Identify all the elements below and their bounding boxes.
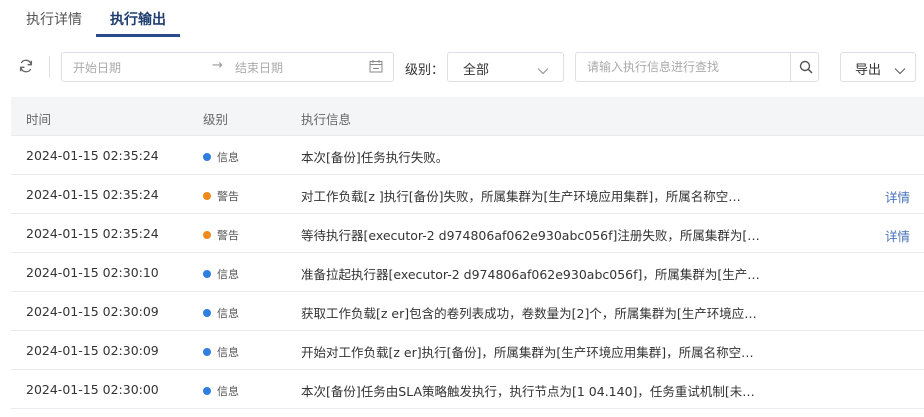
table-row: 2024-01-15 02:30:10 信息 准备拉起执行器[executor-…: [11, 253, 924, 292]
row-level-text: 警告: [217, 190, 239, 203]
level-filter-label: 级别：: [405, 63, 445, 78]
tab-execution-output[interactable]: 执行输出: [110, 9, 166, 29]
calendar-icon[interactable]: [369, 59, 383, 73]
warning-dot-icon: [203, 231, 211, 239]
warning-dot-icon: [203, 192, 211, 200]
date-end-field[interactable]: 结束日期: [235, 59, 283, 76]
info-dot-icon: [203, 387, 211, 395]
row-detail-link[interactable]: 详情: [885, 187, 910, 206]
level-filter-value: 全部: [463, 63, 490, 78]
row-message: 等待执行器[executor-2 d974806af062e930abc056f…: [301, 228, 760, 243]
column-header-message: 执行信息: [301, 112, 352, 127]
info-dot-icon: [203, 153, 211, 161]
row-message: 本次[备份]任务由SLA策略触发执行，执行节点为[1 04.140]，任务重试机…: [301, 384, 755, 399]
row-time: 2024-01-15 02:35:24: [26, 148, 159, 163]
table-row: 2024-01-15 02:30:09 信息 开始对工作负载[z er]执行[备…: [11, 331, 924, 370]
table-header: 时间 级别 执行信息: [11, 97, 924, 136]
row-time: 2024-01-15 02:30:09: [26, 343, 159, 358]
search-icon: [799, 60, 813, 74]
active-tab-indicator: [96, 34, 180, 37]
table-row: 2024-01-15 02:35:24 信息 本次[备份]任务执行失败。: [11, 136, 924, 175]
row-level-text: 信息: [217, 307, 239, 320]
search-input[interactable]: [576, 53, 790, 81]
row-time: 2024-01-15 02:30:00: [26, 382, 159, 397]
row-message: 获取工作负载[z er]包含的卷列表成功，卷数量为[2]个，所属集群为[生产环境…: [301, 306, 757, 321]
search-button[interactable]: [790, 53, 819, 81]
table-row: 2024-01-15 02:35:24 警告 对工作负载[z ]执行[备份]失败…: [11, 175, 924, 214]
date-start-field[interactable]: 开始日期: [73, 59, 121, 76]
row-time: 2024-01-15 02:35:24: [26, 187, 159, 202]
info-dot-icon: [203, 270, 211, 278]
row-level-text: 警告: [217, 229, 239, 242]
toolbar-divider: [49, 56, 50, 78]
row-message: 对工作负载[z ]执行[备份]失败，所属集群为[生产环境应用集群]，所属名称空…: [301, 189, 741, 204]
refresh-icon[interactable]: [18, 58, 34, 74]
level-filter-select[interactable]: 全部: [447, 52, 564, 82]
info-dot-icon: [203, 348, 211, 356]
row-time: 2024-01-15 02:30:10: [26, 265, 159, 280]
column-header-time: 时间: [26, 112, 52, 127]
info-dot-icon: [203, 309, 211, 317]
tab-execution-details[interactable]: 执行详情: [26, 9, 82, 29]
toolbar: 开始日期 → 结束日期 级别： 全部 导出: [0, 50, 924, 84]
row-level-text: 信息: [217, 268, 239, 281]
row-time: 2024-01-15 02:35:24: [26, 226, 159, 241]
export-button-label: 导出: [855, 63, 882, 78]
table-row: 2024-01-15 02:30:09 信息 获取工作负载[z er]包含的卷列…: [11, 292, 924, 331]
row-level-text: 信息: [217, 346, 239, 359]
chevron-down-icon: [537, 64, 549, 75]
table-row: 2024-01-15 02:30:00 信息 本次[备份]任务由SLA策略触发执…: [11, 370, 924, 409]
date-range-arrow: →: [212, 58, 223, 73]
column-header-level: 级别: [203, 112, 229, 127]
row-message: 准备拉起执行器[executor-2 d974806af062e930abc05…: [301, 267, 760, 282]
row-level-text: 信息: [217, 151, 239, 164]
row-message: 开始对工作负载[z er]执行[备份]，所属集群为[生产环境应用集群]，所属名称…: [301, 345, 754, 360]
date-range-picker[interactable]: 开始日期 → 结束日期: [61, 52, 394, 82]
execution-output-table: 时间 级别 执行信息 2024-01-15 02:35:24 信息 本次[备份]…: [11, 97, 924, 409]
row-detail-link[interactable]: 详情: [885, 226, 910, 245]
row-level-text: 信息: [217, 385, 239, 398]
row-time: 2024-01-15 02:30:09: [26, 304, 159, 319]
row-message: 本次[备份]任务执行失败。: [301, 150, 449, 165]
export-button[interactable]: 导出: [840, 52, 916, 82]
table-row: 2024-01-15 02:35:24 警告 等待执行器[executor-2 …: [11, 214, 924, 253]
tab-bar: 执行详情 执行输出: [0, 0, 924, 38]
chevron-down-icon: [894, 64, 906, 75]
search-box: [575, 52, 819, 82]
